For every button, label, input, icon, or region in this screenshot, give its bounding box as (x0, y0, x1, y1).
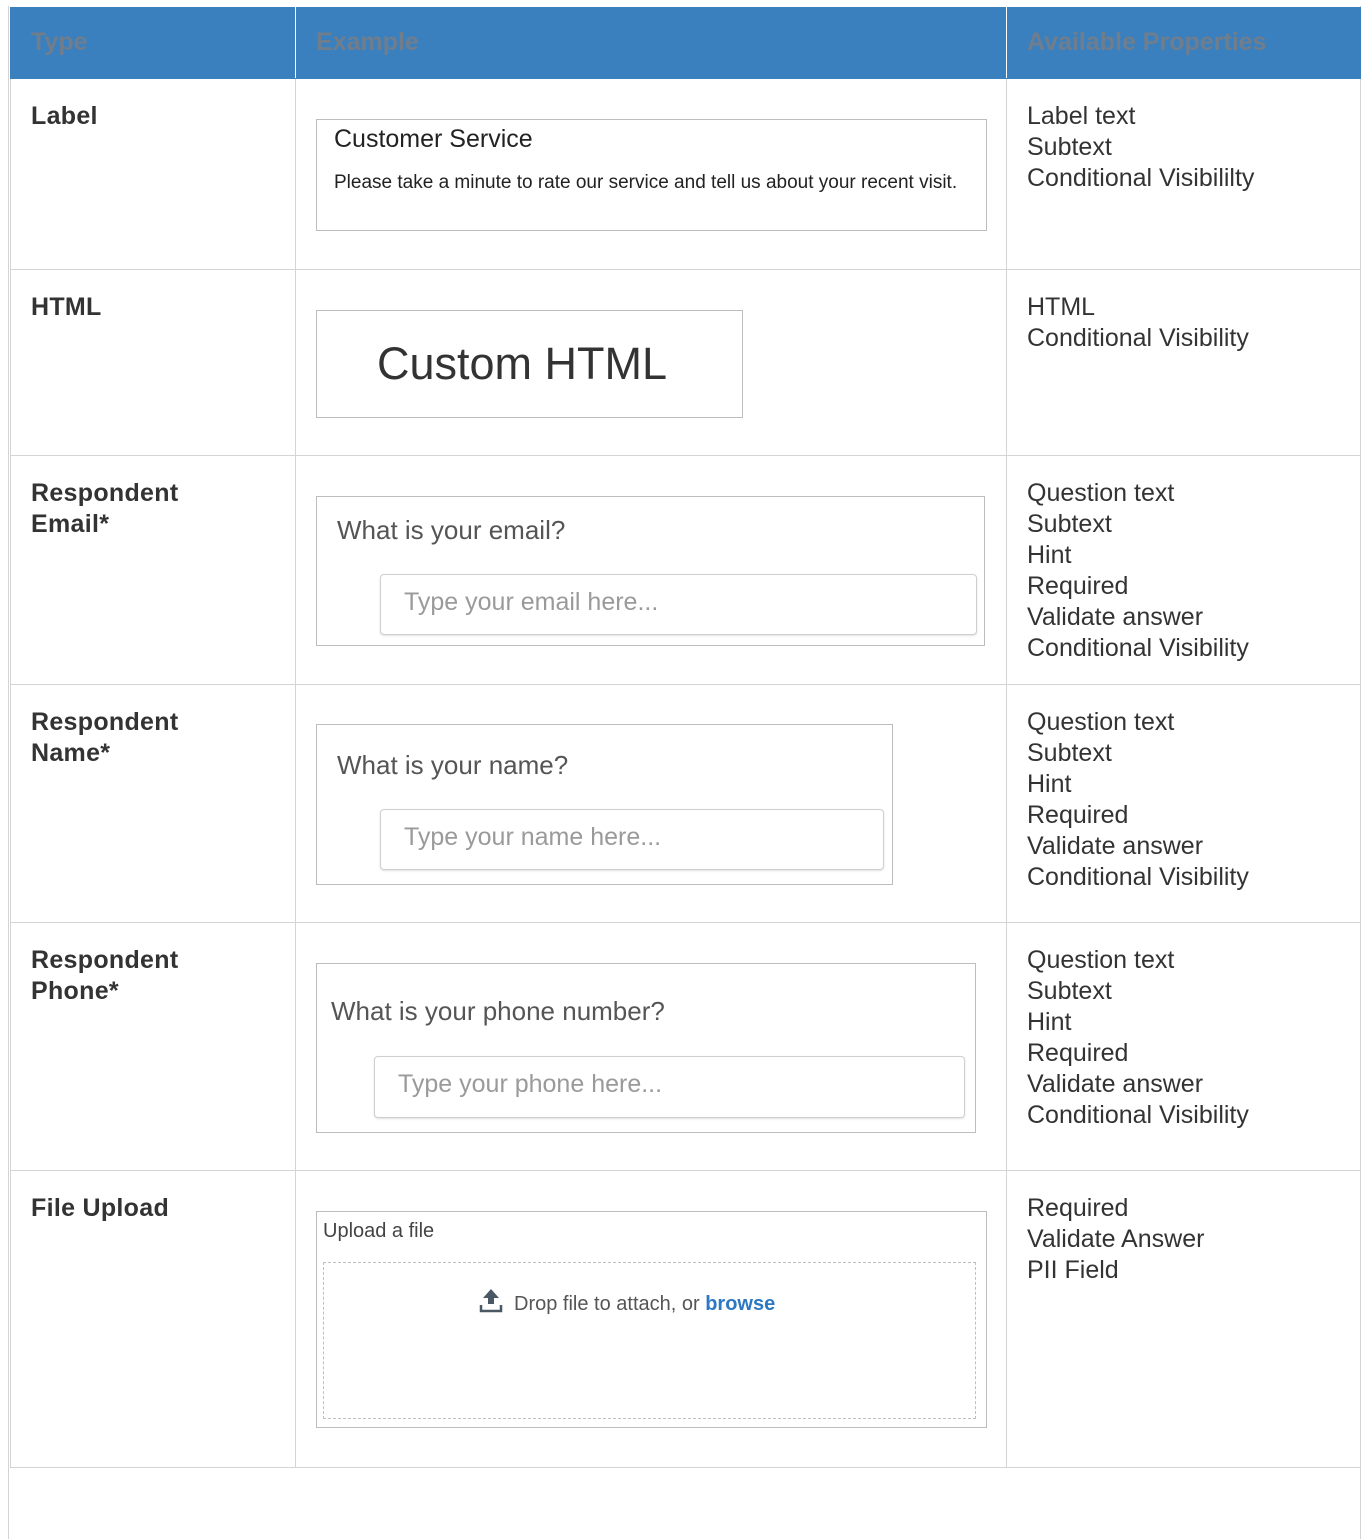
type-cell: HTML (10, 269, 296, 456)
header-example: Example (295, 7, 1007, 79)
example-cell: What is your email? Type your email here… (295, 455, 1007, 685)
property-item: Validate Answer (1027, 1225, 1205, 1253)
table-row-label: Label Customer Service Please take a min… (10, 78, 1361, 270)
example-cell: Customer Service Please take a minute to… (295, 78, 1007, 270)
property-item: Question text (1027, 708, 1175, 736)
property-item: Required (1027, 572, 1129, 600)
drop-zone-text-line: Drop file to attach, or browse (478, 1287, 775, 1319)
type-label-line: Respondent (31, 946, 179, 974)
property-item: Conditional Visibility (1027, 863, 1249, 891)
property-item: Required (1027, 1194, 1129, 1222)
type-label-line: Name* (31, 739, 111, 767)
type-cell: Label (10, 78, 296, 270)
properties-cell: Question text Subtext Hint Required Vali… (1006, 684, 1361, 923)
property-item: Conditional Visibility (1027, 1101, 1249, 1129)
property-item: Hint (1027, 770, 1072, 798)
property-item: Subtext (1027, 977, 1112, 1005)
property-item: Hint (1027, 541, 1072, 569)
properties-cell: HTML Conditional Visibility (1006, 269, 1361, 456)
property-item: PII Field (1027, 1256, 1119, 1284)
property-item: Conditional Visibililty (1027, 164, 1255, 192)
type-label-line: Email* (31, 510, 110, 538)
property-item: Conditional Visibility (1027, 324, 1249, 352)
name-input[interactable]: Type your name here... (380, 809, 884, 870)
browse-link[interactable]: browse (705, 1293, 775, 1315)
table-row-html: HTML Custom HTML HTML Conditional Visibi… (10, 269, 1361, 456)
header-available-properties: Available Properties (1006, 7, 1361, 79)
type-label-line: Respondent (31, 708, 179, 736)
field-types-table: Type Example Available Properties Label … (10, 7, 1361, 1468)
phone-input-placeholder: Type your phone here... (398, 1070, 663, 1098)
property-item: HTML (1027, 293, 1096, 321)
table-row-respondent-phone: Respondent Phone* What is your phone num… (10, 922, 1361, 1171)
properties-cell: Question text Subtext Hint Required Vali… (1006, 455, 1361, 685)
type-label: HTML (31, 293, 102, 321)
phone-example-box: What is your phone number? Type your pho… (316, 963, 976, 1133)
type-cell: Respondent Name* (10, 684, 296, 923)
upload-label: Upload a file (323, 1220, 435, 1242)
file-drop-zone[interactable]: Drop file to attach, or browse (323, 1262, 976, 1419)
property-item: Hint (1027, 1008, 1072, 1036)
name-example-box: What is your name? Type your name here..… (316, 724, 893, 885)
table-row-file-upload: File Upload Upload a file Drop file to a… (10, 1170, 1361, 1468)
html-example-box: Custom HTML (316, 310, 743, 418)
property-item: Validate answer (1027, 603, 1204, 631)
label-example-title: Customer Service (334, 125, 533, 153)
type-cell: File Upload (10, 1170, 296, 1468)
property-item: Label text (1027, 102, 1136, 130)
email-input-placeholder: Type your email here... (404, 588, 659, 616)
example-cell: Custom HTML (295, 269, 1007, 456)
properties-cell: Question text Subtext Hint Required Vali… (1006, 922, 1361, 1171)
property-item: Subtext (1027, 739, 1112, 767)
table-row-respondent-name: Respondent Name* What is your name? Type… (10, 684, 1361, 923)
header-type: Type (10, 7, 296, 79)
email-example-box: What is your email? Type your email here… (316, 496, 985, 646)
name-question: What is your name? (337, 750, 569, 780)
email-question: What is your email? (337, 515, 566, 545)
property-item: Subtext (1027, 510, 1112, 538)
type-label-line: Phone* (31, 977, 119, 1005)
type-label-line: Respondent (31, 479, 179, 507)
property-item: Subtext (1027, 133, 1112, 161)
type-label: File Upload (31, 1194, 170, 1222)
type-label: Label (31, 102, 98, 130)
property-item: Required (1027, 801, 1129, 829)
property-item: Validate answer (1027, 1070, 1204, 1098)
name-input-placeholder: Type your name here... (404, 823, 662, 851)
table-header-row: Type Example Available Properties (10, 7, 1361, 79)
label-example-box: Customer Service Please take a minute to… (316, 119, 987, 231)
file-upload-example-box: Upload a file Drop file to attach, or br… (316, 1211, 987, 1428)
custom-html-text: Custom HTML (377, 338, 668, 389)
property-item: Question text (1027, 479, 1175, 507)
upload-arrow-icon (478, 1287, 504, 1319)
phone-input[interactable]: Type your phone here... (374, 1056, 965, 1118)
properties-cell: Required Validate Answer PII Field (1006, 1170, 1361, 1468)
example-cell: What is your name? Type your name here..… (295, 684, 1007, 923)
property-item: Question text (1027, 946, 1175, 974)
label-example-subtext: Please take a minute to rate our service… (334, 172, 958, 193)
type-cell: Respondent Email* (10, 455, 296, 685)
table-row-respondent-email: Respondent Email* What is your email? Ty… (10, 455, 1361, 685)
property-item: Validate answer (1027, 832, 1204, 860)
example-cell: Upload a file Drop file to attach, or br… (295, 1170, 1007, 1468)
properties-cell: Label text Subtext Conditional Visibilil… (1006, 78, 1361, 270)
phone-question: What is your phone number? (331, 996, 665, 1026)
email-input[interactable]: Type your email here... (380, 574, 977, 635)
type-cell: Respondent Phone* (10, 922, 296, 1171)
property-item: Required (1027, 1039, 1129, 1067)
example-cell: What is your phone number? Type your pho… (295, 922, 1007, 1171)
property-item: Conditional Visibility (1027, 634, 1249, 662)
drop-zone-text: Drop file to attach, or (514, 1293, 700, 1315)
